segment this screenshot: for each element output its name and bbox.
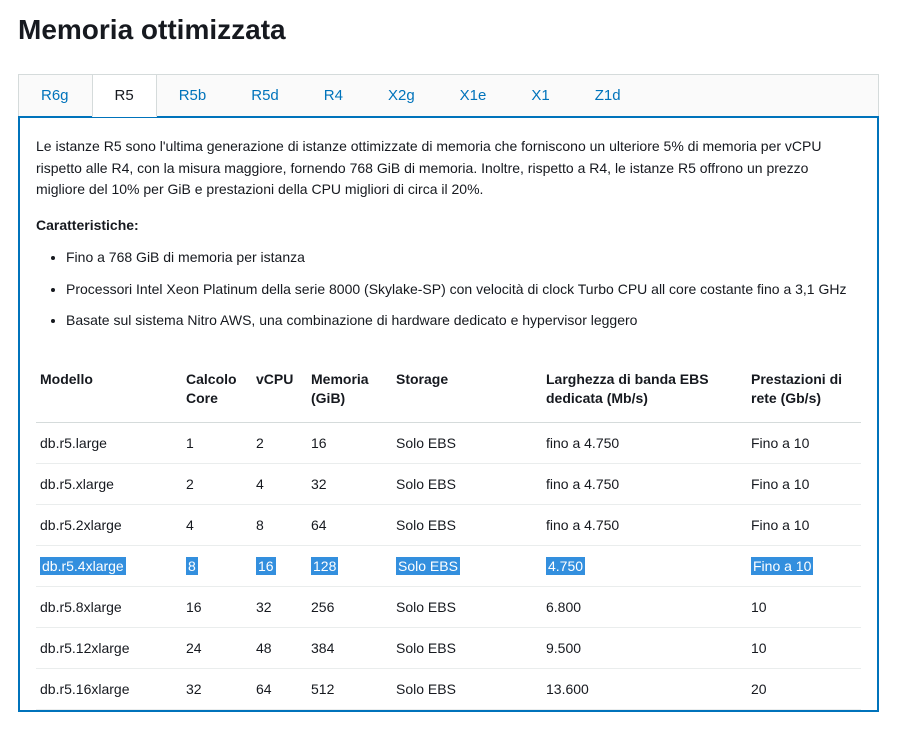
table-cell: 128 <box>311 545 396 586</box>
table-cell: Fino a 10 <box>751 463 861 504</box>
table-cell: db.r5.8xlarge <box>36 586 186 627</box>
features-list: Fino a 768 GiB di memoria per istanza Pro… <box>36 247 861 332</box>
highlighted-text: 16 <box>256 557 276 575</box>
table-body: db.r5.large1216Solo EBSfino a 4.750Fino … <box>36 422 861 709</box>
table-cell: 64 <box>311 504 396 545</box>
table-cell: 32 <box>311 463 396 504</box>
tab-z1d[interactable]: Z1d <box>573 75 644 117</box>
tab-r6g[interactable]: R6g <box>19 75 92 117</box>
tab-r4[interactable]: R4 <box>302 75 366 117</box>
tab-r5d[interactable]: R5d <box>229 75 302 117</box>
tab-x2g[interactable]: X2g <box>366 75 438 117</box>
highlighted-text: 128 <box>311 557 338 575</box>
highlighted-text: 4.750 <box>546 557 585 575</box>
table-cell: Solo EBS <box>396 627 546 668</box>
table-cell: 1 <box>186 422 256 463</box>
feature-item: Basate sul sistema Nitro AWS, una combin… <box>66 310 861 332</box>
table-cell: 8 <box>256 504 311 545</box>
table-cell: db.r5.16xlarge <box>36 668 186 709</box>
tab-r5b[interactable]: R5b <box>157 75 230 117</box>
table-header-cell: Larghezza di banda EBS dedicata (Mb/s) <box>546 360 751 422</box>
table-cell: fino a 4.750 <box>546 504 751 545</box>
table-cell: 32 <box>186 668 256 709</box>
tabs-bar: R6gR5R5bR5dR4X2gX1eX1Z1d <box>18 74 879 117</box>
table-cell: Solo EBS <box>396 504 546 545</box>
table-cell: 24 <box>186 627 256 668</box>
table-cell: 20 <box>751 668 861 709</box>
table-cell: 384 <box>311 627 396 668</box>
tab-x1e[interactable]: X1e <box>438 75 510 117</box>
table-row: db.r5.large1216Solo EBSfino a 4.750Fino … <box>36 422 861 463</box>
table-cell: 8 <box>186 545 256 586</box>
instance-table: ModelloCalcolo CorevCPUMemoria (GiB)Stor… <box>36 360 861 710</box>
highlighted-text: Solo EBS <box>396 557 460 575</box>
table-cell: 16 <box>311 422 396 463</box>
table-cell: Solo EBS <box>396 586 546 627</box>
table-header-cell: Prestazioni di rete (Gb/s) <box>751 360 861 422</box>
table-row: db.r5.4xlarge 8 16 128 Solo EBS 4.750 Fino a 1… <box>36 545 861 586</box>
table-cell: 2 <box>256 422 311 463</box>
table-cell: 9.500 <box>546 627 751 668</box>
tabs-spacer <box>644 75 878 117</box>
table-cell: 512 <box>311 668 396 709</box>
table-cell: 10 <box>751 586 861 627</box>
table-cell: fino a 4.750 <box>546 463 751 504</box>
feature-item: Fino a 768 GiB di memoria per istanza <box>66 247 861 269</box>
table-cell: fino a 4.750 <box>546 422 751 463</box>
table-header-cell: vCPU <box>256 360 311 422</box>
panel-description: Le istanze R5 sono l'ultima generazione … <box>36 136 861 201</box>
table-row: db.r5.12xlarge2448384Solo EBS9.50010 <box>36 627 861 668</box>
table-cell: 4.750 <box>546 545 751 586</box>
table-cell: 4 <box>256 463 311 504</box>
table-cell: 48 <box>256 627 311 668</box>
table-cell: 2 <box>186 463 256 504</box>
highlighted-text: 8 <box>186 557 198 575</box>
page-title: Memoria ottimizzata <box>18 14 879 46</box>
table-header-cell: Memoria (GiB) <box>311 360 396 422</box>
table-cell: Solo EBS <box>396 668 546 709</box>
table-cell: db.r5.2xlarge <box>36 504 186 545</box>
table-header-cell: Storage <box>396 360 546 422</box>
table-cell: Fino a 10 <box>751 422 861 463</box>
table-cell: Fino a 10 <box>751 504 861 545</box>
table-cell: Fino a 10 <box>751 545 861 586</box>
table-header-cell: Calcolo Core <box>186 360 256 422</box>
table-cell: Solo EBS <box>396 463 546 504</box>
table-cell: 4 <box>186 504 256 545</box>
table-cell: 16 <box>186 586 256 627</box>
tab-panel: Le istanze R5 sono l'ultima generazione … <box>18 116 879 712</box>
table-cell: 32 <box>256 586 311 627</box>
table-cell: db.r5.4xlarge <box>36 545 186 586</box>
table-header-cell: Modello <box>36 360 186 422</box>
table-cell: 16 <box>256 545 311 586</box>
table-cell: 256 <box>311 586 396 627</box>
table-row: db.r5.2xlarge4864Solo EBSfino a 4.750Fin… <box>36 504 861 545</box>
table-cell: Solo EBS <box>396 422 546 463</box>
table-cell: 6.800 <box>546 586 751 627</box>
tab-r5[interactable]: R5 <box>92 75 157 117</box>
highlighted-text: Fino a 10 <box>751 557 813 575</box>
highlighted-text: db.r5.4xlarge <box>40 557 126 575</box>
table-cell: 10 <box>751 627 861 668</box>
table-row: db.r5.8xlarge1632256Solo EBS6.80010 <box>36 586 861 627</box>
table-cell: db.r5.xlarge <box>36 463 186 504</box>
table-cell: 64 <box>256 668 311 709</box>
table-header-row: ModelloCalcolo CorevCPUMemoria (GiB)Stor… <box>36 360 861 422</box>
table-row: db.r5.16xlarge3264512Solo EBS13.60020 <box>36 668 861 709</box>
feature-item: Processori Intel Xeon Platinum della ser… <box>66 279 861 301</box>
table-cell: db.r5.large <box>36 422 186 463</box>
tab-x1[interactable]: X1 <box>509 75 572 117</box>
table-cell: Solo EBS <box>396 545 546 586</box>
table-cell: db.r5.12xlarge <box>36 627 186 668</box>
table-cell: 13.600 <box>546 668 751 709</box>
features-heading: Caratteristiche: <box>36 217 861 233</box>
table-row: db.r5.xlarge2432Solo EBSfino a 4.750Fino… <box>36 463 861 504</box>
